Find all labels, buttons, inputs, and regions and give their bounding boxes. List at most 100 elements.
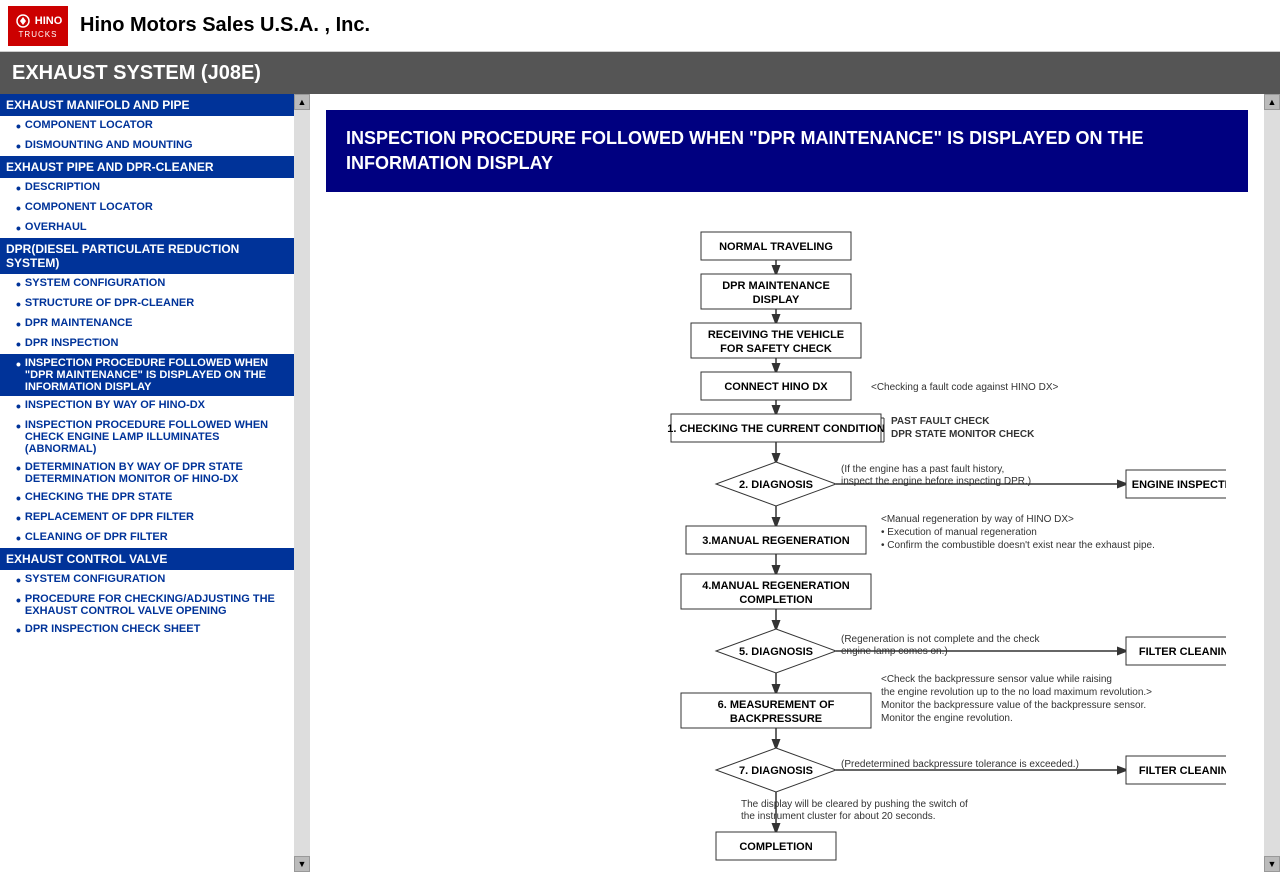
sidebar-item-replacement-filter[interactable]: •REPLACEMENT OF DPR FILTER [0, 508, 294, 528]
svg-text:(Regeneration is not complete: (Regeneration is not complete and the ch… [841, 634, 1040, 645]
sidebar-item-label: CLEANING OF DPR FILTER [25, 531, 168, 543]
sidebar-item-label: INSPECTION PROCEDURE FOLLOWED WHEN "DPR … [25, 357, 288, 393]
sidebar-scroll-down-arrow[interactable]: ▼ [294, 856, 310, 872]
company-name: Hino Motors Sales U.S.A. , Inc. [80, 14, 370, 37]
sidebar-item-inspection-proc-check[interactable]: • INSPECTION PROCEDURE FOLLOWED WHEN CHEC… [0, 416, 294, 458]
sidebar-item-label: INSPECTION BY WAY OF HINO-DX [25, 399, 205, 411]
sidebar-item-label: DPR INSPECTION [25, 337, 119, 349]
svg-text:Monitor the engine revolution.: Monitor the engine revolution. [881, 713, 1013, 724]
svg-text:• Execution of manual regenera: • Execution of manual regeneration [881, 527, 1037, 538]
sidebar-item-cleaning-dpr[interactable]: • CLEANING OF DPR FILTER [0, 528, 294, 548]
sidebar-bullet-icon: • [16, 623, 21, 637]
sidebar-item-label: COMPONENT LOCATOR [25, 119, 153, 131]
sidebar-bullet-icon: • [16, 531, 21, 545]
main-area: EXHAUST MANIFOLD AND PIPE • COMPONENT LOCA… [0, 94, 1280, 872]
sidebar-bullet-icon: • [16, 491, 21, 505]
sidebar-item-label: INSPECTION PROCEDURE FOLLOWED WHEN CHECK… [25, 419, 288, 455]
trucks-logo-text: TRUCKS [19, 30, 58, 39]
svg-text:4.MANUAL REGENERATION: 4.MANUAL REGENERATION [702, 580, 850, 592]
sidebar-bullet-icon: • [16, 317, 21, 331]
title-bar-text: EXHAUST SYSTEM (J08E) [12, 62, 261, 85]
sidebar-section-exhaust-pipe-dpr[interactable]: EXHAUST PIPE AND DPR-CLEANER [0, 156, 294, 178]
content-area[interactable]: INSPECTION PROCEDURE FOLLOWED WHEN "DPR … [310, 94, 1264, 872]
hino-emblem-icon [14, 12, 32, 30]
sidebar-bullet-icon: • [16, 119, 21, 133]
sidebar-item-inspection-hino-dx[interactable]: • INSPECTION BY WAY OF HINO-DX [0, 396, 294, 416]
sidebar-bullet-icon: • [16, 419, 21, 433]
sidebar-section-exhaust-control-valve[interactable]: EXHAUST CONTROL VALVE [0, 548, 294, 570]
svg-text:FOR SAFETY CHECK: FOR SAFETY CHECK [720, 343, 832, 355]
sidebar-bullet-icon: • [16, 221, 21, 235]
hino-logo-text: HINO [35, 15, 63, 27]
svg-text:3.MANUAL REGENERATION: 3.MANUAL REGENERATION [702, 535, 850, 547]
sidebar-bullet-icon: • [16, 201, 21, 215]
sidebar-item-structure-dpr[interactable]: • STRUCTURE OF DPR-CLEANER [0, 294, 294, 314]
sidebar-item-procedure-checking[interactable]: • PROCEDURE FOR CHECKING/ADJUSTING THE EX… [0, 590, 294, 620]
sidebar-bullet-icon: • [16, 297, 21, 311]
sidebar-item-overhaul[interactable]: • OVERHAUL [0, 218, 294, 238]
svg-text:CONNECT HINO DX: CONNECT HINO DX [724, 381, 828, 393]
sidebar-scroll-up-arrow[interactable]: ▲ [294, 94, 310, 110]
sidebar-item-label: SYSTEM CONFIGURATION [25, 277, 165, 289]
page-title: INSPECTION PROCEDURE FOLLOWED WHEN "DPR … [326, 110, 1248, 192]
svg-text:FILTER CLEANING: FILTER CLEANING [1139, 646, 1226, 658]
svg-text:COMPLETION: COMPLETION [739, 594, 812, 606]
sidebar-bullet-icon: • [16, 593, 21, 607]
sidebar-wrapper: EXHAUST MANIFOLD AND PIPE • COMPONENT LOCA… [0, 94, 310, 872]
svg-text:RECEIVING THE VEHICLE: RECEIVING THE VEHICLE [708, 329, 844, 341]
svg-text:COMPLETION: COMPLETION [739, 841, 812, 853]
sidebar-section-dpr-system[interactable]: DPR(DIESEL PARTICULATE REDUCTION SYSTEM) [0, 238, 294, 274]
logo-box: HINO TRUCKS [8, 6, 68, 46]
content-scroll-up-arrow[interactable]: ▲ [1264, 94, 1280, 110]
sidebar-section-exhaust-manifold[interactable]: EXHAUST MANIFOLD AND PIPE [0, 94, 294, 116]
sidebar-item-dpr-check-sheet[interactable]: •DPR INSPECTION CHECK SHEET [0, 620, 294, 640]
svg-text:engine lamp comes on.): engine lamp comes on.) [841, 646, 948, 657]
svg-text:• Confirm the combustible does: • Confirm the combustible doesn't exist … [881, 540, 1155, 551]
svg-text:FILTER CLEANING: FILTER CLEANING [1139, 765, 1226, 777]
sidebar-bullet-icon: • [16, 399, 21, 413]
sidebar-item-component-locator-2[interactable]: • COMPONENT LOCATOR [0, 198, 294, 218]
sidebar-item-label: CHECKING THE DPR STATE [25, 491, 173, 503]
sidebar-item-component-locator-1[interactable]: • COMPONENT LOCATOR [0, 116, 294, 136]
sidebar-bullet-icon: • [16, 181, 21, 195]
svg-text:(If the engine has a past faul: (If the engine has a past fault history, [841, 464, 1004, 475]
sidebar-item-checking-dpr-state[interactable]: • CHECKING THE DPR STATE [0, 488, 294, 508]
svg-text:(Predetermined backpressure to: (Predetermined backpressure tolerance is… [841, 759, 1079, 770]
sidebar-item-label: STRUCTURE OF DPR-CLEANER [25, 297, 194, 309]
svg-text:DISPLAY: DISPLAY [753, 294, 800, 306]
svg-text:1. CHECKING THE CURRENT CONDIT: 1. CHECKING THE CURRENT CONDITION [667, 423, 885, 435]
content-scroll-down-arrow[interactable]: ▼ [1264, 856, 1280, 872]
svg-text:BACKPRESSURE: BACKPRESSURE [730, 713, 822, 725]
sidebar-item-label: DESCRIPTION [25, 181, 100, 193]
svg-text:NORMAL TRAVELING: NORMAL TRAVELING [719, 241, 833, 253]
sidebar-item-system-config-2[interactable]: •SYSTEM CONFIGURATION [0, 570, 294, 590]
sidebar-item-description[interactable]: • DESCRIPTION [0, 178, 294, 198]
sidebar-item-label: DPR MAINTENANCE [25, 317, 133, 329]
sidebar-item-dpr-inspection[interactable]: •DPR INSPECTION [0, 334, 294, 354]
sidebar-bullet-icon: • [16, 139, 21, 153]
logo-area: HINO TRUCKS [8, 6, 68, 46]
sidebar-item-label: DETERMINATION BY WAY OF DPR STATE DETERM… [25, 461, 288, 485]
sidebar-content[interactable]: EXHAUST MANIFOLD AND PIPE • COMPONENT LOCA… [0, 94, 294, 872]
sidebar-bullet-icon: • [16, 357, 21, 371]
sidebar-item-inspection-proc-dpr[interactable]: • INSPECTION PROCEDURE FOLLOWED WHEN "DPR… [0, 354, 294, 396]
sidebar-item-system-config-1[interactable]: • SYSTEM CONFIGURATION [0, 274, 294, 294]
sidebar-item-label: REPLACEMENT OF DPR FILTER [25, 511, 194, 523]
svg-text:DPR MAINTENANCE: DPR MAINTENANCE [722, 280, 830, 292]
svg-text:6. MEASUREMENT OF: 6. MEASUREMENT OF [718, 699, 835, 711]
flowchart-svg: NORMAL TRAVELING DPR MAINTENANCE DISPLAY… [326, 222, 1226, 872]
svg-text:DPR STATE MONITOR CHECK: DPR STATE MONITOR CHECK [891, 429, 1035, 440]
sidebar-bullet-icon: • [16, 277, 21, 291]
title-bar: EXHAUST SYSTEM (J08E) [0, 52, 1280, 94]
sidebar-item-determination-dpr[interactable]: •DETERMINATION BY WAY OF DPR STATE DETER… [0, 458, 294, 488]
sidebar-item-label: PROCEDURE FOR CHECKING/ADJUSTING THE EXH… [25, 593, 288, 617]
sidebar-item-label: COMPONENT LOCATOR [25, 201, 153, 213]
sidebar-item-dismounting-mounting[interactable]: •DISMOUNTING AND MOUNTING [0, 136, 294, 156]
svg-text:inspect the engine before insp: inspect the engine before inspecting DPR… [841, 476, 1031, 487]
svg-text:5. DIAGNOSIS: 5. DIAGNOSIS [739, 646, 813, 658]
sidebar-item-dpr-maintenance[interactable]: • DPR MAINTENANCE [0, 314, 294, 334]
sidebar-item-label: OVERHAUL [25, 221, 87, 233]
svg-text:<Check the backpressure sensor: <Check the backpressure sensor value whi… [881, 674, 1112, 685]
svg-text:<Manual regeneration by way of: <Manual regeneration by way of HINO DX> [881, 514, 1074, 525]
svg-text:2. DIAGNOSIS: 2. DIAGNOSIS [739, 479, 813, 491]
